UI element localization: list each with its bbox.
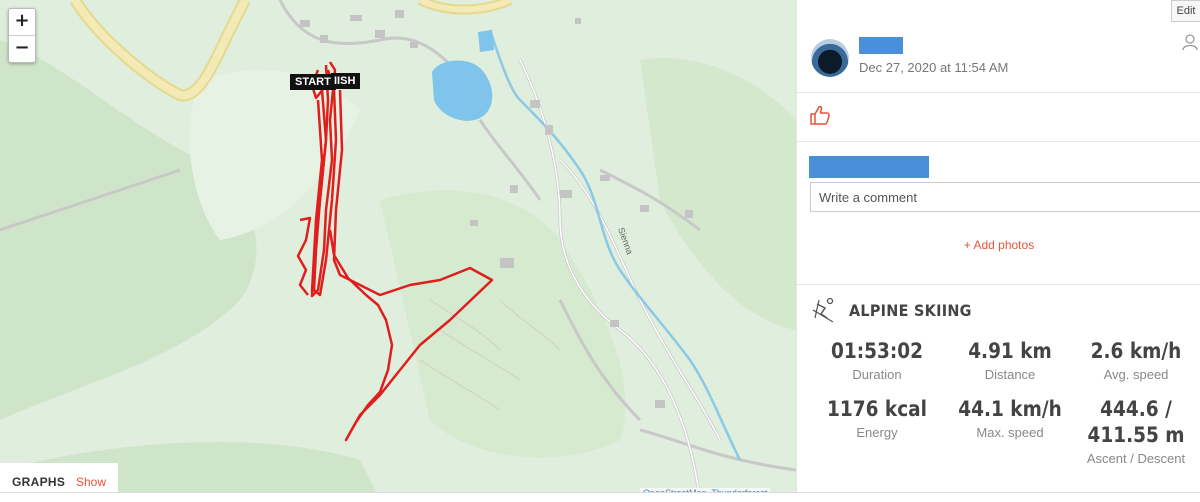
- stat-value: 44.1 km/h: [958, 397, 1062, 421]
- stat-duration: 01:53:02 Duration: [812, 338, 942, 382]
- edit-button[interactable]: Edit: [1171, 0, 1200, 22]
- commenter-name-redacted: [809, 156, 929, 178]
- stat-label: Energy: [856, 425, 898, 440]
- stat-distance: 4.91 km Distance: [945, 338, 1075, 382]
- stat-value: 444.6 /: [1100, 397, 1172, 421]
- zoom-in-button[interactable]: +: [9, 9, 35, 35]
- finish-marker: IISH: [331, 73, 361, 89]
- stat-max-speed: 44.1 km/h Max. speed: [945, 396, 1075, 440]
- graphs-show-link[interactable]: Show: [76, 475, 106, 489]
- divider: [797, 92, 1200, 93]
- map[interactable]: Sienna + − START IISH GRAPHS Show OpenSt…: [0, 0, 796, 501]
- stat-value: 4.91 km: [968, 339, 1052, 363]
- divider: [797, 284, 1200, 285]
- stat-label: Avg. speed: [1103, 367, 1169, 382]
- workout-panel: Edit Dec 27, 2020 at 11:54 AM + Add phot…: [796, 0, 1200, 501]
- map-canvas: Sienna: [0, 0, 796, 501]
- avatar[interactable]: [811, 39, 849, 77]
- stat-avg-speed: 2.6 km/h Avg. speed: [1071, 338, 1200, 382]
- alpine-skiing-icon: [812, 297, 834, 323]
- workout-date: Dec 27, 2020 at 11:54 AM: [859, 60, 1009, 75]
- stat-label: Distance: [984, 367, 1036, 382]
- add-photos-link[interactable]: + Add photos: [797, 238, 1200, 252]
- start-marker: START: [290, 74, 336, 90]
- stat-label: Max. speed: [976, 425, 1044, 440]
- stat-energy: 1176 kcal Energy: [812, 396, 942, 440]
- stat-value: 1176 kcal: [827, 397, 927, 421]
- stat-label: Duration: [852, 367, 902, 382]
- divider: [797, 141, 1200, 142]
- zoom-control: + −: [8, 8, 36, 63]
- thumbs-up-icon[interactable]: [809, 104, 831, 126]
- comment-input[interactable]: [810, 182, 1200, 212]
- stat-value: 2.6 km/h: [1090, 339, 1182, 363]
- activity-title: ALPINE SKIING: [849, 301, 972, 320]
- stat-value: 01:53:02: [831, 339, 923, 363]
- user-name-redacted[interactable]: [859, 37, 903, 54]
- person-icon[interactable]: [1181, 33, 1199, 51]
- stat-label: Ascent / Descent: [1086, 451, 1186, 466]
- stat-ascent-descent: 444.6 / 411.55 m Ascent / Descent: [1071, 396, 1200, 466]
- stat-value-second-line: 411.55 m: [1087, 423, 1185, 447]
- graphs-label: GRAPHS: [12, 475, 66, 489]
- zoom-out-button[interactable]: −: [9, 35, 35, 62]
